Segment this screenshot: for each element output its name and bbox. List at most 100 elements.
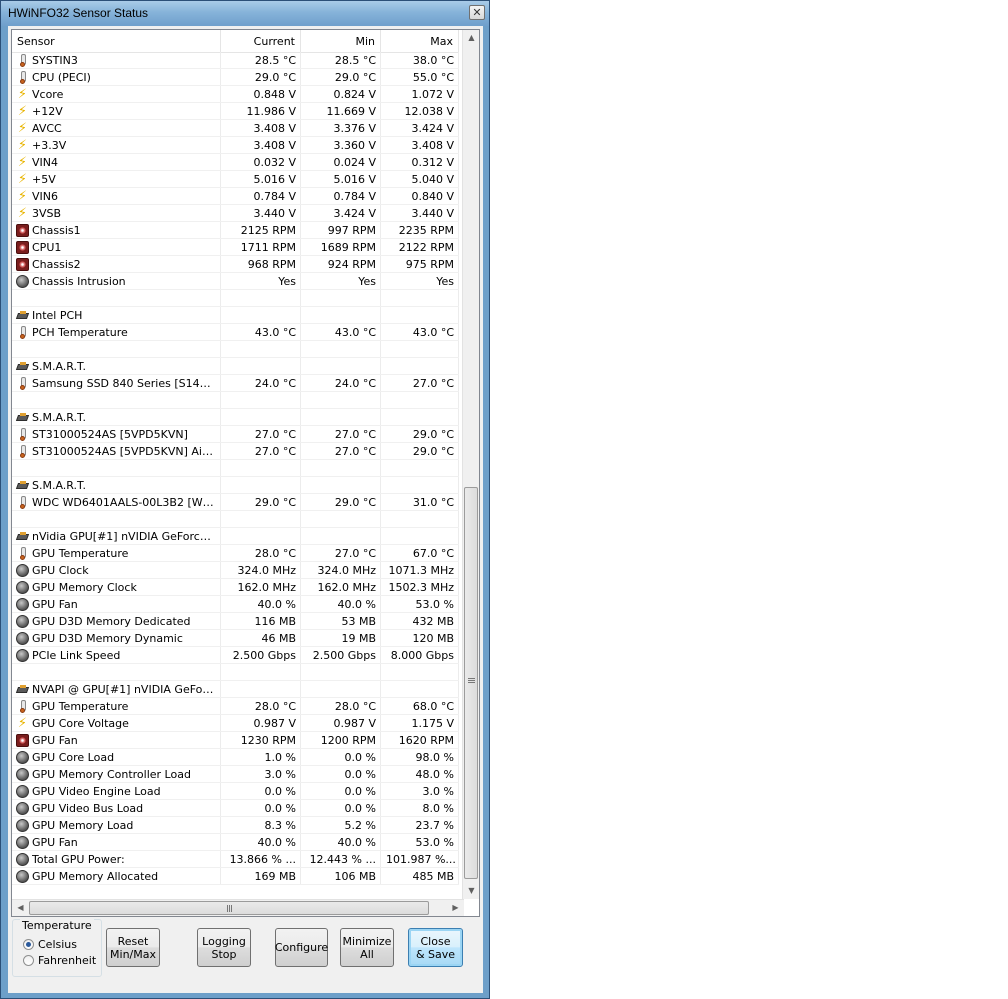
column-header-min[interactable]: Min [301, 30, 381, 52]
table-row[interactable]: NVAPI @ GPU[#1] nVIDIA GeForce ... [12, 681, 459, 698]
table-row[interactable]: Total GPU Power: 13.866 % ... 12.443 % ...… [12, 851, 459, 868]
min-value [301, 409, 381, 425]
table-row[interactable]: GPU Memory Allocated 169 MB 106 MB 485 MB [12, 868, 459, 885]
close-save-label: Close & Save [415, 934, 456, 961]
close-save-button[interactable]: Close & Save [408, 928, 463, 967]
horizontal-scroll-thumb[interactable] [29, 901, 429, 915]
min-value: 162.0 MHz [301, 579, 381, 595]
table-row[interactable]: GPU D3D Memory Dedicated 116 MB 53 MB 432 M… [12, 613, 459, 630]
min-value: 40.0 % [301, 834, 381, 850]
title-bar[interactable]: HWiNFO32 Sensor Status ✕ [1, 1, 489, 26]
table-row[interactable]: ⚡ VIN4 0.032 V 0.024 V 0.312 V [12, 154, 459, 171]
fahrenheit-radio[interactable]: Fahrenheit [23, 954, 96, 967]
table-row[interactable]: SYSTIN3 28.5 °C 28.5 °C 38.0 °C [12, 52, 459, 69]
table-row[interactable]: GPU Video Engine Load 0.0 % 0.0 % 3.0 % [12, 783, 459, 800]
max-value: 67.0 °C [381, 545, 459, 561]
table-row[interactable]: GPU Memory Controller Load 3.0 % 0.0 % 48.0… [12, 766, 459, 783]
current-value [221, 290, 301, 306]
sensor-name: S.M.A.R.T. [32, 478, 86, 492]
sensor-name: GPU Memory Allocated [32, 869, 159, 883]
sensor-name: NVAPI @ GPU[#1] nVIDIA GeForce ... [32, 682, 215, 696]
table-row[interactable]: GPU Memory Clock 162.0 MHz 162.0 MHz 1502.3… [12, 579, 459, 596]
table-row[interactable]: Chassis2 968 RPM 924 RPM 975 RPM [12, 256, 459, 273]
sensor-name-cell: ⚡ AVCC [12, 120, 221, 136]
table-row[interactable]: ⚡ 3VSB 3.440 V 3.424 V 3.440 V [12, 205, 459, 222]
sensor-name-cell: CPU (PECI) [12, 69, 221, 85]
table-row[interactable]: ST31000524AS [5VPD5KVN] 27.0 °C 27.0 °C 29.… [12, 426, 459, 443]
sensor-name: GPU D3D Memory Dedicated [32, 614, 191, 628]
current-value [221, 477, 301, 493]
table-row[interactable]: GPU Memory Load 8.3 % 5.2 % 23.7 % [12, 817, 459, 834]
min-value: 29.0 °C [301, 494, 381, 510]
table-row[interactable]: S.M.A.R.T. [12, 409, 459, 426]
window-close-button[interactable]: ✕ [469, 5, 485, 20]
celsius-radio[interactable]: Celsius [23, 938, 77, 951]
horizontal-scrollbar[interactable]: ◀ ▶ [12, 899, 464, 916]
table-row[interactable]: CPU1 1711 RPM 1689 RPM 2122 RPM [12, 239, 459, 256]
scroll-left-button[interactable]: ◀ [13, 900, 28, 915]
column-header-max[interactable]: Max [381, 30, 459, 52]
column-header-sensor[interactable]: Sensor [12, 30, 221, 52]
reset-min-max-button[interactable]: Reset Min/Max [106, 928, 160, 967]
table-row[interactable]: ⚡ VIN6 0.784 V 0.784 V 0.840 V [12, 188, 459, 205]
table-row[interactable]: Samsung SSD 840 Series [S14ENEA... 24.0 °… [12, 375, 459, 392]
min-value: 40.0 % [301, 596, 381, 612]
table-row[interactable]: S.M.A.R.T. [12, 358, 459, 375]
sensor-name-cell [12, 341, 221, 357]
table-row[interactable]: S.M.A.R.T. [12, 477, 459, 494]
sensor-name-cell: ⚡ VIN6 [12, 188, 221, 204]
table-row[interactable]: PCH Temperature 43.0 °C 43.0 °C 43.0 °C [12, 324, 459, 341]
scroll-right-button[interactable]: ▶ [448, 900, 463, 915]
current-value: 0.032 V [221, 154, 301, 170]
min-value: 19 MB [301, 630, 381, 646]
max-value: 120 MB [381, 630, 459, 646]
current-value: 0.848 V [221, 86, 301, 102]
table-row[interactable]: ST31000524AS [5VPD5KVN] Airflow 27.0 °C 27… [12, 443, 459, 460]
column-header-current[interactable]: Current [221, 30, 301, 52]
gauge-icon [16, 614, 29, 628]
table-row[interactable]: WDC WD6401AALS-00L3B2 [WD-W... 29.0 °C 29.… [12, 494, 459, 511]
table-row[interactable]: PCIe Link Speed 2.500 Gbps 2.500 Gbps 8.000… [12, 647, 459, 664]
table-row[interactable]: ⚡ +12V 11.986 V 11.669 V 12.038 V [12, 103, 459, 120]
table-row[interactable]: GPU Clock 324.0 MHz 324.0 MHz 1071.3 MHz [12, 562, 459, 579]
table-row[interactable]: Chassis Intrusion Yes Yes Yes [12, 273, 459, 290]
min-value: 27.0 °C [301, 545, 381, 561]
max-value: 8.0 % [381, 800, 459, 816]
table-row[interactable]: GPU Fan 40.0 % 40.0 % 53.0 % [12, 834, 459, 851]
table-row[interactable]: GPU Video Bus Load 0.0 % 0.0 % 8.0 % [12, 800, 459, 817]
max-value [381, 409, 459, 425]
vertical-scroll-thumb[interactable] [464, 487, 478, 879]
table-row[interactable]: ⚡ +3.3V 3.408 V 3.360 V 3.408 V [12, 137, 459, 154]
sensor-name-cell: S.M.A.R.T. [12, 409, 221, 425]
thermometer-icon [16, 495, 29, 509]
table-row[interactable]: GPU Fan 40.0 % 40.0 % 53.0 % [12, 596, 459, 613]
table-row[interactable]: ⚡ +5V 5.016 V 5.016 V 5.040 V [12, 171, 459, 188]
gauge-icon [16, 631, 29, 645]
table-row[interactable]: ⚡ GPU Core Voltage 0.987 V 0.987 V 1.175 V [12, 715, 459, 732]
scroll-up-button[interactable]: ▲ [464, 30, 479, 45]
vertical-scrollbar[interactable]: ▲ ▼ [462, 30, 479, 899]
table-row[interactable]: ⚡ Vcore 0.848 V 0.824 V 1.072 V [12, 86, 459, 103]
current-value: 0.784 V [221, 188, 301, 204]
table-row[interactable]: GPU Temperature 28.0 °C 27.0 °C 67.0 °C [12, 545, 459, 562]
min-value: 3.360 V [301, 137, 381, 153]
configure-button[interactable]: Configure [275, 928, 328, 967]
table-row[interactable]: ⚡ AVCC 3.408 V 3.376 V 3.424 V [12, 120, 459, 137]
current-value: 3.408 V [221, 137, 301, 153]
table-row[interactable]: nVidia GPU[#1] nVIDIA GeForce GT... [12, 528, 459, 545]
sensor-name: GPU Core Voltage [32, 716, 129, 730]
table-row[interactable]: Intel PCH [12, 307, 459, 324]
logging-stop-button[interactable]: Logging Stop [197, 928, 251, 967]
table-row[interactable]: GPU Temperature 28.0 °C 28.0 °C 68.0 °C [12, 698, 459, 715]
minimize-all-button[interactable]: Minimize All [340, 928, 394, 967]
table-row[interactable]: Chassis1 2125 RPM 997 RPM 2235 RPM [12, 222, 459, 239]
configure-label: Configure [274, 941, 329, 954]
table-row[interactable]: GPU Fan 1230 RPM 1200 RPM 1620 RPM [12, 732, 459, 749]
table-row[interactable]: CPU (PECI) 29.0 °C 29.0 °C 55.0 °C [12, 69, 459, 86]
radio-unselected-icon [23, 955, 34, 966]
min-value: 0.784 V [301, 188, 381, 204]
sensor-name: GPU Clock [32, 563, 89, 577]
table-row[interactable]: GPU D3D Memory Dynamic 46 MB 19 MB 120 MB [12, 630, 459, 647]
table-row[interactable]: GPU Core Load 1.0 % 0.0 % 98.0 % [12, 749, 459, 766]
scroll-down-button[interactable]: ▼ [464, 883, 479, 898]
